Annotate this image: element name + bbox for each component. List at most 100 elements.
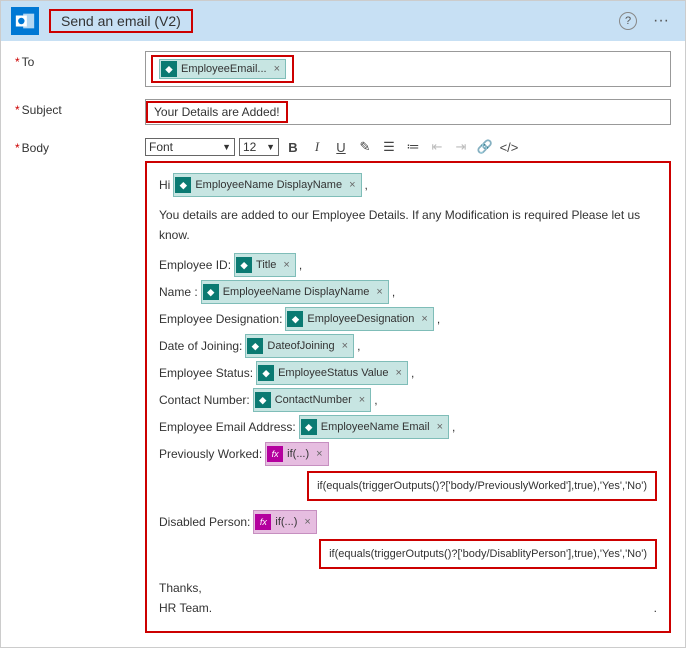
dynamic-content-icon: ◆ (236, 257, 252, 273)
field-to: *To ◆ EmployeeEmail... × (15, 51, 671, 87)
token-label: DateofJoining (267, 336, 334, 356)
link-button[interactable]: 🔗 (475, 137, 495, 157)
text-period: . (654, 598, 657, 618)
token-remove-icon[interactable]: × (271, 63, 283, 75)
token-remove-icon[interactable]: × (301, 512, 313, 532)
card-body: *To ◆ EmployeeEmail... × *Subject Your D… (1, 41, 685, 647)
token-contact[interactable]: ◆ ContactNumber × (253, 388, 371, 412)
token-label: EmployeeName DisplayName (223, 282, 370, 302)
token-label: EmployeeStatus Value (278, 363, 388, 383)
text-thanks: Thanks, (159, 578, 657, 598)
text-team: HR Team. (159, 598, 212, 618)
input-to[interactable]: ◆ EmployeeEmail... × (145, 51, 671, 87)
field-subject: *Subject Your Details are Added! (15, 99, 671, 125)
more-icon[interactable]: ··· (647, 12, 675, 30)
dynamic-content-icon: ◆ (287, 311, 303, 327)
token-label: EmployeeName Email (321, 417, 430, 437)
token-status[interactable]: ◆ EmployeeStatus Value × (256, 361, 408, 385)
token-title[interactable]: ◆ Title × (234, 253, 296, 277)
dynamic-content-icon: ◆ (175, 177, 191, 193)
token-employee-name[interactable]: ◆ EmployeeName DisplayName × (173, 173, 361, 197)
token-label: if(...) (275, 512, 297, 532)
label-email: Employee Email Address: (159, 417, 296, 437)
text-comma: , (437, 309, 440, 329)
token-remove-icon[interactable]: × (356, 390, 368, 410)
rte-toolbar: Font▼ 12▼ B I U ✎ ☰ ≔ ⇤ ⇥ 🔗 </> (145, 137, 671, 157)
dynamic-content-icon: ◆ (247, 338, 263, 354)
expression-prev: if(equals(triggerOutputs()?['body/Previo… (307, 471, 657, 501)
dynamic-content-icon: ◆ (203, 284, 219, 300)
label-status: Employee Status: (159, 363, 253, 383)
help-icon[interactable]: ? (619, 12, 637, 30)
font-select[interactable]: Font▼ (145, 138, 235, 156)
expression-disabled: if(equals(triggerOutputs()?['body/Disabl… (319, 539, 657, 569)
card-title: Send an email (V2) (49, 9, 193, 33)
dynamic-content-icon: ◆ (301, 419, 317, 435)
label-disabled-person: Disabled Person: (159, 512, 250, 532)
text-comma: , (365, 175, 368, 195)
label-body: *Body (15, 137, 135, 155)
indent-button[interactable]: ⇥ (451, 137, 471, 157)
text-comma: , (374, 390, 377, 410)
token-label: if(...) (287, 444, 309, 464)
dynamic-content-icon: ◆ (258, 365, 274, 381)
rich-text-editor: Font▼ 12▼ B I U ✎ ☰ ≔ ⇤ ⇥ 🔗 </> Hi (145, 137, 671, 633)
field-body: *Body Font▼ 12▼ B I U ✎ ☰ ≔ ⇤ ⇥ 🔗 </> (15, 137, 671, 633)
token-label: EmployeeName DisplayName (195, 175, 342, 195)
token-remove-icon[interactable]: × (434, 417, 446, 437)
token-doj[interactable]: ◆ DateofJoining × (245, 334, 354, 358)
token-remove-icon[interactable]: × (313, 444, 325, 464)
bold-button[interactable]: B (283, 137, 303, 157)
to-value-highlight: ◆ EmployeeEmail... × (151, 55, 294, 83)
token-designation[interactable]: ◆ EmployeeDesignation × (285, 307, 433, 331)
fx-icon: fx (267, 446, 283, 462)
token-label: ContactNumber (275, 390, 352, 410)
text-intro-paragraph: You details are added to our Employee De… (159, 205, 657, 245)
token-label: EmployeeEmail... (181, 63, 267, 75)
text-comma: , (411, 363, 414, 383)
underline-button[interactable]: U (331, 137, 351, 157)
subject-value: Your Details are Added! (146, 101, 288, 123)
token-employee-email[interactable]: ◆ EmployeeEmail... × (159, 59, 286, 79)
label-subject: *Subject (15, 99, 135, 117)
italic-button[interactable]: I (307, 137, 327, 157)
label-to: *To (15, 51, 135, 69)
token-label: Title (256, 255, 276, 275)
outlook-icon (11, 7, 39, 35)
text-comma: , (392, 282, 395, 302)
label-contact: Contact Number: (159, 390, 250, 410)
label-employee-id: Employee ID: (159, 255, 231, 275)
token-remove-icon[interactable]: × (280, 255, 292, 275)
highlight-button[interactable]: ✎ (355, 137, 375, 157)
token-remove-icon[interactable]: × (393, 363, 405, 383)
outdent-button[interactable]: ⇤ (427, 137, 447, 157)
label-designation: Employee Designation: (159, 309, 282, 329)
token-remove-icon[interactable]: × (373, 282, 385, 302)
rte-body[interactable]: Hi ◆ EmployeeName DisplayName × , You de… (145, 161, 671, 633)
text-comma: , (299, 255, 302, 275)
bullet-list-button[interactable]: ☰ (379, 137, 399, 157)
token-label: EmployeeDesignation (307, 309, 414, 329)
fx-token-prev[interactable]: fx if(...) × (265, 442, 328, 466)
text-comma: , (452, 417, 455, 437)
token-remove-icon[interactable]: × (346, 175, 358, 195)
label-name: Name : (159, 282, 198, 302)
token-employee-name-2[interactable]: ◆ EmployeeName DisplayName × (201, 280, 389, 304)
input-subject[interactable]: Your Details are Added! (145, 99, 671, 125)
token-remove-icon[interactable]: × (339, 336, 351, 356)
number-list-button[interactable]: ≔ (403, 137, 423, 157)
dynamic-content-icon: ◆ (255, 392, 271, 408)
fx-icon: fx (255, 514, 271, 530)
text-comma: , (357, 336, 360, 356)
label-doj: Date of Joining: (159, 336, 242, 356)
token-email[interactable]: ◆ EmployeeName Email × (299, 415, 449, 439)
font-size-select[interactable]: 12▼ (239, 138, 279, 156)
text-greeting: Hi (159, 175, 170, 195)
token-remove-icon[interactable]: × (418, 309, 430, 329)
card-header: Send an email (V2) ? ··· (1, 1, 685, 41)
action-card: Send an email (V2) ? ··· *To ◆ EmployeeE… (0, 0, 686, 648)
dynamic-content-icon: ◆ (161, 61, 177, 77)
fx-token-disabled[interactable]: fx if(...) × (253, 510, 316, 534)
label-previously-worked: Previously Worked: (159, 444, 262, 464)
code-view-button[interactable]: </> (499, 137, 519, 157)
